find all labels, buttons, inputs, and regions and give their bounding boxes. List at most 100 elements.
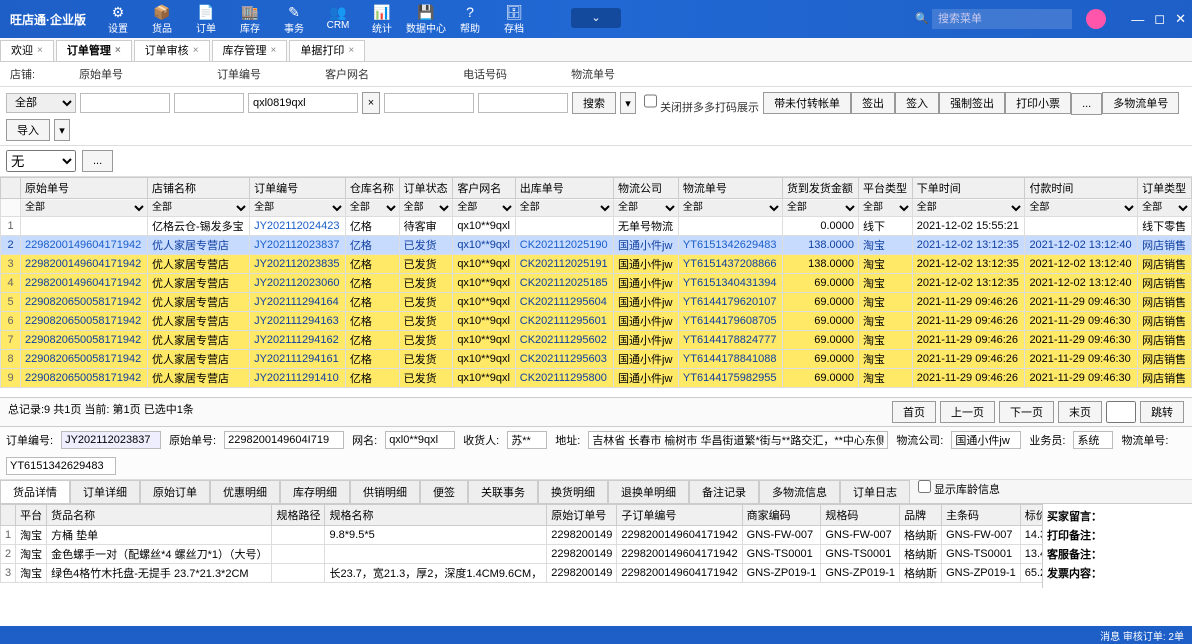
detail-col-header[interactable]: 规格名称: [325, 505, 547, 526]
detail-tab-备注记录[interactable]: 备注记录: [689, 480, 759, 503]
col-header[interactable]: 出库单号: [515, 178, 613, 199]
tab-close-icon[interactable]: ×: [348, 40, 354, 62]
order-no-input[interactable]: [174, 93, 244, 113]
detail-tab-换货明细[interactable]: 换货明细: [538, 480, 608, 503]
table-row[interactable]: 62290820650058171942优人家居专营店JY20211129416…: [1, 312, 1192, 331]
detail-orig-input[interactable]: [224, 431, 344, 449]
detail-col-header[interactable]: 标价: [1020, 505, 1042, 526]
pager-jump-button[interactable]: 跳转: [1140, 401, 1184, 423]
col-filter[interactable]: 全部: [21, 200, 147, 216]
search-input[interactable]: [932, 9, 1072, 29]
nav-CRM[interactable]: 👥CRM: [316, 4, 360, 35]
more-filter-button[interactable]: ...: [82, 150, 113, 172]
detail-col-header[interactable]: 货品名称: [47, 505, 272, 526]
nav-统计[interactable]: 📊统计: [360, 4, 404, 35]
nav-数据中心[interactable]: 💾数据中心: [404, 4, 448, 35]
pager-上一页[interactable]: 上一页: [940, 401, 995, 423]
pager-下一页[interactable]: 下一页: [999, 401, 1054, 423]
detail-col-header[interactable]: 子订单编号: [617, 505, 742, 526]
filter-btn-打印小票[interactable]: 打印小票: [1005, 92, 1071, 114]
filter-btn-带未付转帐单[interactable]: 带未付转帐单: [763, 92, 851, 114]
tab-close-icon[interactable]: ×: [271, 40, 277, 62]
detail-col-header[interactable]: 主条码: [942, 505, 1021, 526]
shop-select[interactable]: 全部: [6, 93, 76, 113]
detail-tab-供销明细[interactable]: 供销明细: [350, 480, 420, 503]
col-header[interactable]: 物流单号: [678, 178, 782, 199]
nav-订单[interactable]: 📄订单: [184, 4, 228, 35]
filter-btn-...[interactable]: ...: [1071, 93, 1102, 115]
ignore-pdd-checkbox[interactable]: 关闭拼多多打码展示: [644, 91, 759, 115]
detail-col-header[interactable]: 原始订单号: [547, 505, 617, 526]
logi-no-input[interactable]: [478, 93, 568, 113]
tab-单据打印[interactable]: 单据打印×: [289, 40, 365, 61]
col-header[interactable]: 订单编号: [250, 178, 346, 199]
detail-tab-多物流信息[interactable]: 多物流信息: [759, 480, 840, 503]
col-filter[interactable]: 全部: [1138, 200, 1191, 216]
import-button[interactable]: 导入: [6, 119, 50, 141]
detail-tab-订单详细[interactable]: 订单详细: [70, 480, 140, 503]
nav-设置[interactable]: ⚙设置: [96, 4, 140, 35]
detail-order-input[interactable]: [61, 431, 161, 449]
detail-tab-订单日志[interactable]: 订单日志: [840, 480, 910, 503]
table-row[interactable]: 72290820650058171942优人家居专营店JY20211129416…: [1, 331, 1192, 350]
tab-订单管理[interactable]: 订单管理×: [56, 40, 132, 61]
col-header[interactable]: 下单时间: [912, 178, 1025, 199]
col-filter[interactable]: 全部: [679, 200, 782, 216]
col-header[interactable]: 物流公司: [614, 178, 679, 199]
col-filter[interactable]: 全部: [783, 200, 858, 216]
detail-col-header[interactable]: 商家编码: [742, 505, 821, 526]
table-row[interactable]: 1亿格云仓-锡发多宝JY202112024423亿格待客审qx10**9qxl无…: [1, 217, 1192, 236]
client-input[interactable]: [248, 93, 358, 113]
detail-row[interactable]: 1淘宝方桶 垫单9.8*9.5*522982001492298200149604…: [1, 526, 1043, 545]
nav-存档[interactable]: 🗄存档: [492, 4, 536, 35]
pager-末页[interactable]: 末页: [1058, 401, 1102, 423]
filter-btn-强制签出[interactable]: 强制签出: [939, 92, 1005, 114]
filter-btn-签出[interactable]: 签出: [851, 92, 895, 114]
table-row[interactable]: 42298200149604171942优人家居专营店JY20211202306…: [1, 274, 1192, 293]
orig-order-input[interactable]: [80, 93, 170, 113]
filter-btn-签入[interactable]: 签入: [895, 92, 939, 114]
client-clear-button[interactable]: ×: [362, 92, 380, 114]
nav-货品[interactable]: 📦货品: [140, 4, 184, 35]
minimize-icon[interactable]: —: [1131, 12, 1144, 27]
detail-row[interactable]: 2淘宝金色螺手一对（配螺丝*4 螺丝刀*1）（大号）22982001492298…: [1, 545, 1043, 564]
detail-tab-原始订单[interactable]: 原始订单: [140, 480, 210, 503]
detail-col-header[interactable]: 规格路径: [272, 505, 325, 526]
col-header[interactable]: 货到发货金额: [782, 178, 858, 199]
col-filter[interactable]: 全部: [148, 200, 249, 216]
detail-tab-便签[interactable]: 便签: [420, 480, 468, 503]
detail-col-header[interactable]: 品牌: [900, 505, 942, 526]
col-header[interactable]: 订单状态: [399, 178, 453, 199]
tab-订单审核[interactable]: 订单审核×: [134, 40, 210, 61]
col-filter[interactable]: 全部: [1025, 200, 1137, 216]
tab-close-icon[interactable]: ×: [37, 40, 43, 62]
col-header[interactable]: 付款时间: [1025, 178, 1138, 199]
tab-close-icon[interactable]: ×: [193, 40, 199, 62]
col-header[interactable]: 原始单号: [21, 178, 148, 199]
table-row[interactable]: 22298200149604171942优人家居专营店JY20211202383…: [1, 236, 1192, 255]
detail-tab-货品详情[interactable]: 货品详情: [0, 480, 70, 503]
import-dropdown-button[interactable]: ▾: [54, 119, 70, 141]
detail-logi-input[interactable]: [951, 431, 1021, 449]
detail-op-input[interactable]: [1073, 431, 1113, 449]
detail-tab-库存明细[interactable]: 库存明细: [280, 480, 350, 503]
show-arch-checkbox[interactable]: 显示库龄信息: [918, 480, 1000, 503]
tab-库存管理[interactable]: 库存管理×: [212, 40, 288, 61]
col-filter[interactable]: 全部: [346, 200, 399, 216]
col-header[interactable]: 平台类型: [858, 178, 912, 199]
col-filter[interactable]: 全部: [516, 200, 613, 216]
table-row[interactable]: 82290820650058171942优人家居专营店JY20211129416…: [1, 350, 1192, 369]
detail-client-input[interactable]: [385, 431, 455, 449]
table-row[interactable]: 32298200149604171942优人家居专营店JY20211202383…: [1, 255, 1192, 274]
detail-addr-input[interactable]: [588, 431, 888, 449]
pager-page-input[interactable]: [1106, 401, 1136, 423]
col-header[interactable]: 仓库名称: [345, 178, 399, 199]
search-button[interactable]: 搜索: [572, 92, 616, 114]
detail-track-input[interactable]: [6, 457, 116, 475]
col-filter[interactable]: 全部: [913, 200, 1025, 216]
col-header[interactable]: 客户网名: [453, 178, 515, 199]
table-row[interactable]: 52290820650058171942优人家居专营店JY20211129416…: [1, 293, 1192, 312]
col-header[interactable]: 店铺名称: [148, 178, 250, 199]
detail-recv-input[interactable]: [507, 431, 547, 449]
search-dropdown-button[interactable]: ▾: [620, 92, 636, 114]
